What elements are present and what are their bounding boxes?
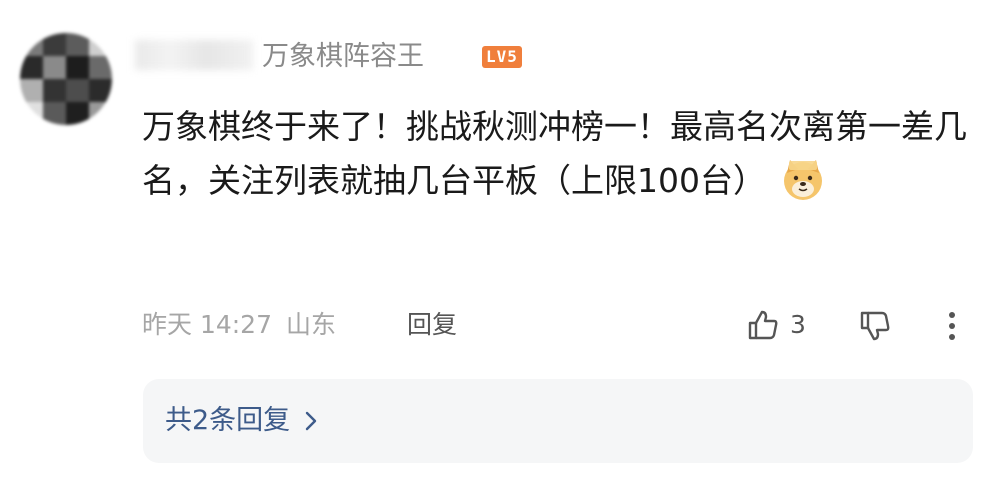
comment-time: 昨天 14:27 (142, 310, 272, 339)
comment-text: 万象棋终于来了！挑战秋测冲榜一！最高名次离第一差几名，关注列表就抽几台平板（上限… (142, 107, 967, 200)
thumbs-up-icon (748, 310, 778, 340)
more-options-button[interactable] (940, 308, 964, 347)
replies-summary: 共2条回复 (165, 405, 291, 436)
comment-body: 万象棋终于来了！挑战秋测冲榜一！最高名次离第一差几名，关注列表就抽几台平板（上限… (142, 100, 982, 208)
dislike-button[interactable] (858, 308, 894, 347)
reply-button[interactable]: 回复 (407, 307, 457, 343)
comment-meta: 昨天 14:27 山东 (142, 307, 336, 343)
like-button[interactable]: 3 (746, 308, 806, 342)
chevron-right-icon (305, 411, 317, 431)
vertical-ellipsis-icon (949, 312, 955, 340)
author-name[interactable]: 万象棋阵容王 (262, 40, 424, 74)
view-replies-link[interactable]: 共2条回复 (165, 401, 318, 441)
level-badge: LV5 (482, 46, 522, 68)
replies-panel: 共2条回复 (143, 379, 973, 463)
thumbs-down-icon (860, 311, 890, 341)
like-count: 3 (790, 310, 806, 339)
blurred-name-prefix (135, 40, 253, 70)
doge-emoji-icon (780, 156, 826, 202)
comment-location: 山东 (286, 310, 337, 339)
avatar[interactable] (20, 33, 112, 125)
